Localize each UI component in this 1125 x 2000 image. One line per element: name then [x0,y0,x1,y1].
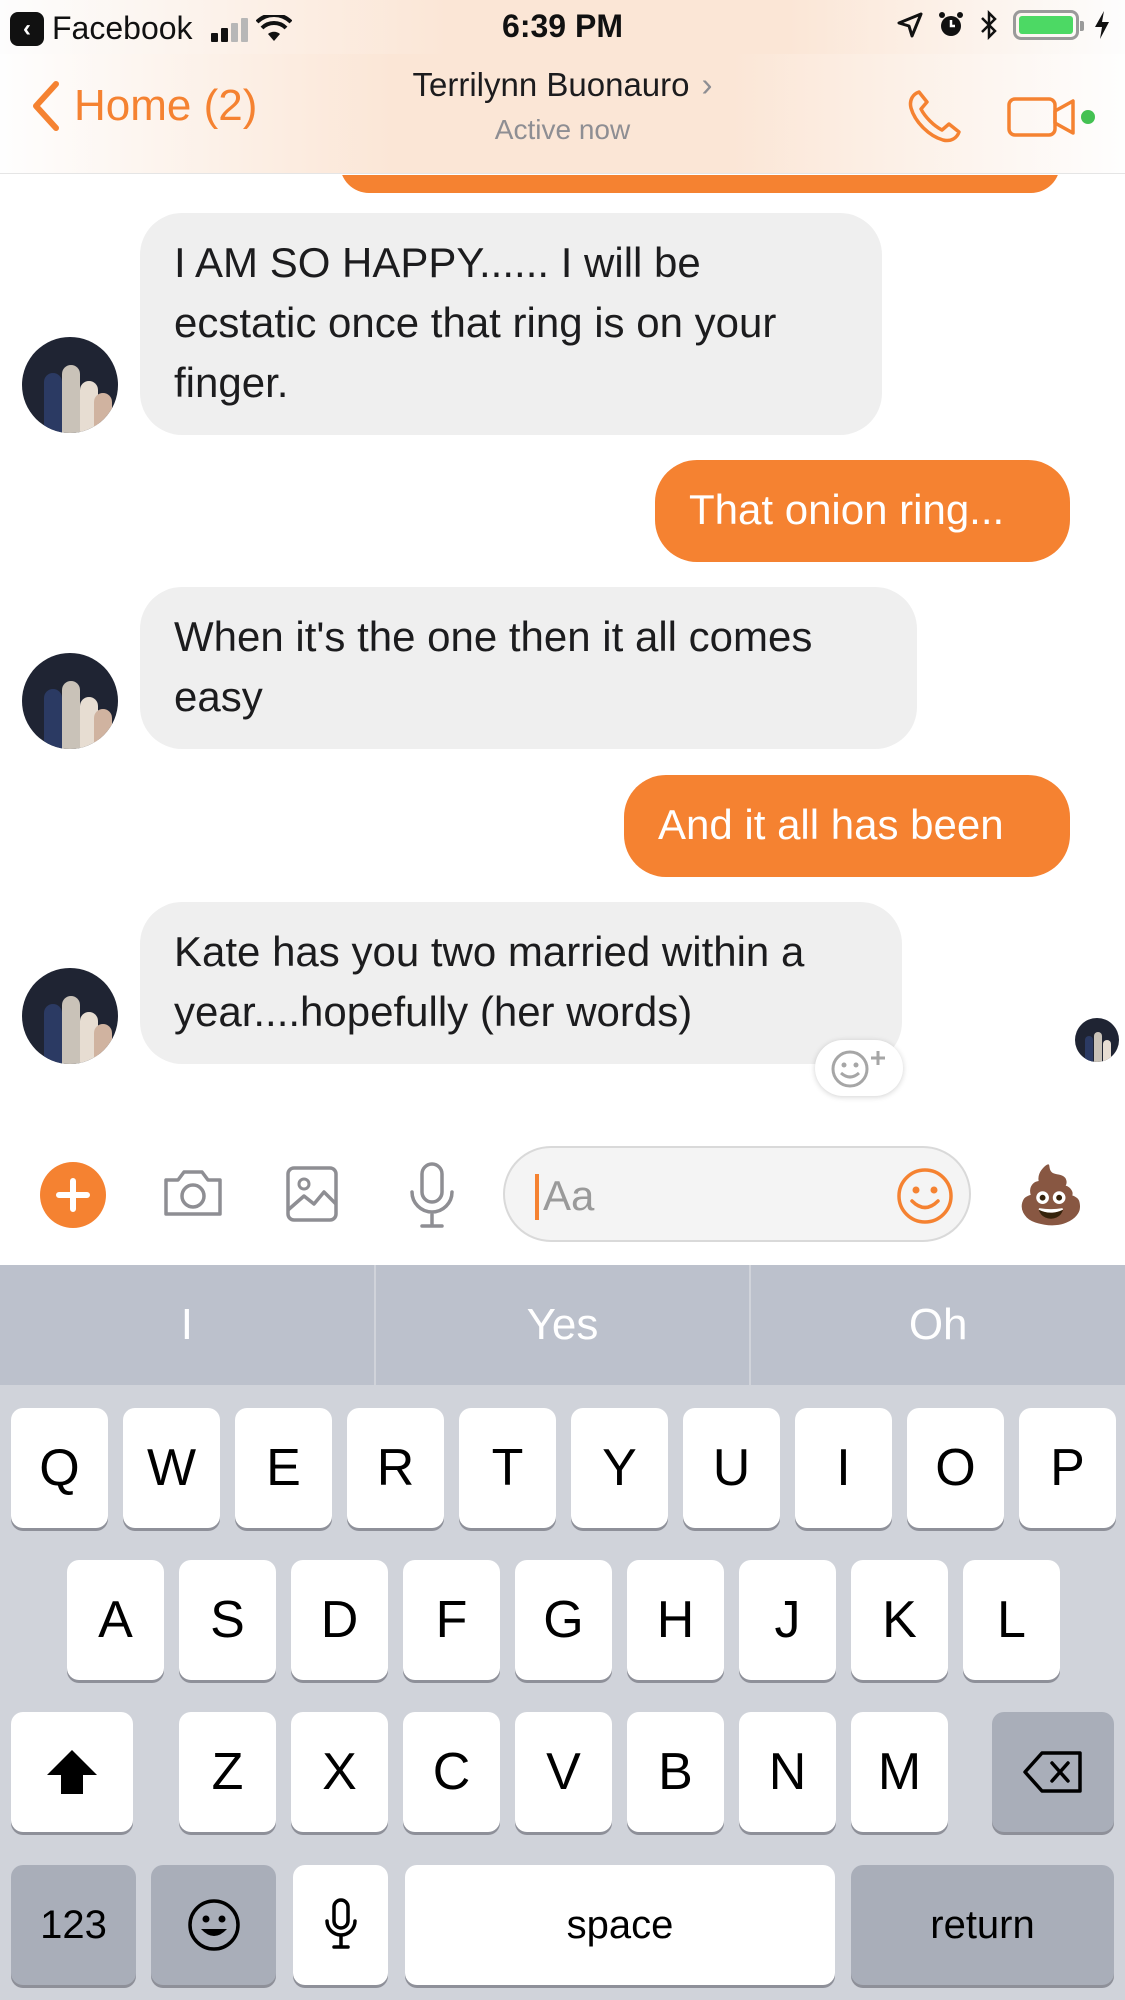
return-key[interactable]: return [851,1865,1114,1985]
key-c[interactable]: C [403,1712,500,1832]
key-n[interactable]: N [739,1712,836,1832]
message-bubble-incoming[interactable]: I AM SO HAPPY...... I will be ecstatic o… [140,213,882,435]
phone-icon[interactable] [905,88,963,146]
key-o[interactable]: O [907,1408,1004,1528]
quick-emoji-button[interactable]: 💩 [1016,1162,1086,1228]
key-d[interactable]: D [291,1560,388,1680]
prediction-3[interactable]: Oh [751,1265,1125,1385]
location-icon [897,12,923,38]
key-r[interactable]: R [347,1408,444,1528]
add-reaction-icon [831,1050,885,1088]
read-receipt-avatar [1075,1018,1119,1062]
key-p[interactable]: P [1019,1408,1116,1528]
camera-icon[interactable] [160,1160,226,1226]
online-dot-icon [1081,110,1095,124]
emoji-icon[interactable] [895,1166,955,1226]
key-q[interactable]: Q [11,1408,108,1528]
bluetooth-icon [981,10,997,40]
key-t[interactable]: T [459,1408,556,1528]
key-f[interactable]: F [403,1560,500,1680]
message-input[interactable] [543,1170,873,1222]
emoji-keyboard-icon [187,1899,240,1951]
key-i[interactable]: I [795,1408,892,1528]
key-e[interactable]: E [235,1408,332,1528]
charging-icon [1095,11,1109,39]
microphone-icon[interactable] [406,1160,458,1232]
composer-bar: 💩 [0,1130,1125,1265]
key-b[interactable]: B [627,1712,724,1832]
keyboard: I Yes Oh Q W E R T Y U I O P A S D F G H… [0,1265,1125,2000]
video-call-button[interactable] [1007,95,1095,139]
status-bar: ‹ Facebook 6:39 PM [0,0,1125,54]
key-a[interactable]: A [67,1560,164,1680]
predictive-bar: I Yes Oh [0,1265,1125,1385]
more-actions-button[interactable] [40,1162,106,1228]
contact-avatar[interactable] [22,337,118,433]
contact-avatar[interactable] [22,968,118,1064]
key-w[interactable]: W [123,1408,220,1528]
dictation-microphone-icon [324,1898,357,1949]
backspace-icon [1023,1751,1082,1793]
shift-icon [47,1750,97,1794]
message-input-field[interactable] [503,1146,971,1242]
key-v[interactable]: V [515,1712,612,1832]
text-caret [535,1174,539,1220]
contact-name: Terrilynn Buonauro [412,66,690,103]
alarm-icon [939,12,963,36]
previous-message-bubble [340,175,1060,193]
prediction-2[interactable]: Yes [376,1265,752,1385]
delete-key[interactable] [992,1712,1114,1832]
key-u[interactable]: U [683,1408,780,1528]
key-l[interactable]: L [963,1560,1060,1680]
message-bubble-incoming[interactable]: Kate has you two married within a year..… [140,902,902,1064]
key-j[interactable]: J [739,1560,836,1680]
video-icon [1007,97,1075,137]
space-key[interactable]: space [405,1865,835,1985]
chevron-right-icon: › [701,66,713,103]
message-thread[interactable]: I AM SO HAPPY...... I will be ecstatic o… [0,175,1125,1130]
conversation-header: Home (2) Terrilynn Buonauro › Active now [0,54,1125,174]
dictation-key[interactable] [293,1865,388,1985]
message-bubble-outgoing[interactable]: And it all has been [624,775,1070,877]
key-z[interactable]: Z [179,1712,276,1832]
message-bubble-incoming[interactable]: When it's the one then it all comes easy [140,587,917,749]
contact-avatar[interactable] [22,653,118,749]
gallery-icon[interactable] [284,1160,340,1226]
key-h[interactable]: H [627,1560,724,1680]
message-bubble-outgoing[interactable]: That onion ring... [655,460,1070,562]
key-k[interactable]: K [851,1560,948,1680]
prediction-1[interactable]: I [0,1265,376,1385]
shift-key[interactable] [11,1712,133,1832]
key-y[interactable]: Y [571,1408,668,1528]
add-reaction-button[interactable] [815,1040,903,1096]
numbers-key[interactable]: 123 [11,1865,136,1985]
key-x[interactable]: X [291,1712,388,1832]
key-s[interactable]: S [179,1560,276,1680]
key-g[interactable]: G [515,1560,612,1680]
key-m[interactable]: M [851,1712,948,1832]
battery-icon [1013,10,1084,40]
emoji-keyboard-key[interactable] [151,1865,276,1985]
plus-icon [56,1178,90,1212]
